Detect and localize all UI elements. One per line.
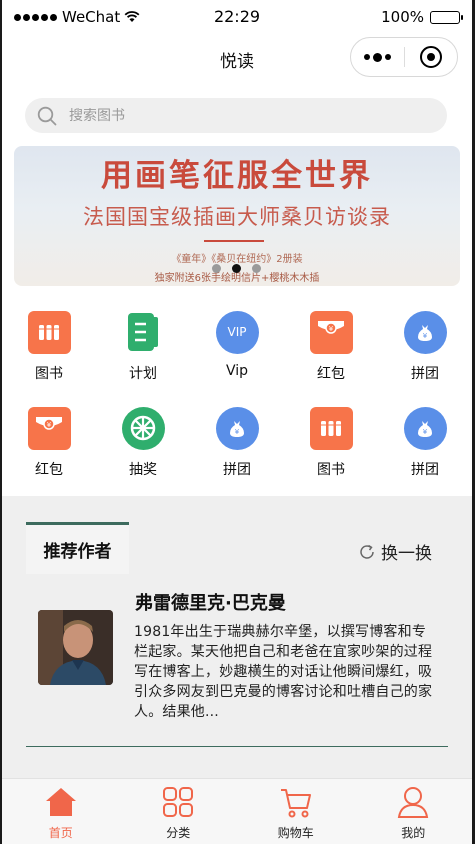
battery-percent: 100% bbox=[381, 8, 424, 26]
more-menu-button[interactable] bbox=[351, 52, 404, 62]
tab-cart[interactable]: 购物车 bbox=[237, 779, 355, 844]
refresh-button[interactable]: 换一换 bbox=[358, 539, 432, 564]
grid-item-vip[interactable]: VIP Vip bbox=[190, 310, 284, 406]
banner-dot[interactable] bbox=[212, 264, 221, 273]
tab-label: 购物车 bbox=[277, 826, 314, 840]
svg-text:¥: ¥ bbox=[235, 428, 240, 436]
banner-books: 《童年》《桑贝在纽约》2册装 bbox=[171, 254, 303, 265]
search-icon bbox=[37, 106, 57, 125]
category-icon bbox=[163, 787, 194, 817]
banner-dot-active[interactable] bbox=[232, 264, 241, 273]
grid-item-red-packet[interactable]: ¥ 红包 bbox=[284, 310, 378, 406]
cart-icon bbox=[280, 789, 311, 818]
books-icon bbox=[27, 310, 71, 354]
grid-item-books[interactable]: 图书 bbox=[284, 406, 378, 502]
plan-icon bbox=[128, 313, 158, 351]
status-bar: WeChat 22:29 100% bbox=[2, 0, 472, 34]
books-icon bbox=[309, 406, 353, 450]
svg-text:¥: ¥ bbox=[423, 428, 428, 436]
grid-item-label: 拼团 bbox=[223, 462, 251, 478]
feature-grid: 图书 计划 VIP Vip ¥ 红包 ¥ 拼团 ¥ 红包 抽奖 ¥ 拼团 图书 … bbox=[2, 310, 472, 502]
svg-text:¥: ¥ bbox=[423, 332, 428, 340]
grid-item-label: 图书 bbox=[317, 462, 345, 478]
svg-text:¥: ¥ bbox=[47, 421, 52, 429]
author-name[interactable]: 弗雷德里克·巴克曼 bbox=[135, 589, 286, 615]
tab-label: 分类 bbox=[166, 826, 191, 840]
miniprogram-capsule bbox=[350, 37, 458, 77]
banner-headline: 用画笔征服全世界 bbox=[101, 158, 373, 194]
search-input[interactable] bbox=[69, 107, 399, 124]
section-divider bbox=[26, 746, 448, 747]
svg-text:¥: ¥ bbox=[329, 325, 334, 333]
grid-item-group-buy[interactable]: ¥ 拼团 bbox=[378, 310, 472, 406]
recommend-authors-section: 推荐作者 换一换 弗雷德里克·巴克曼 1981年出生于瑞典赫尔辛堡，以撰写博客和… bbox=[2, 496, 472, 778]
tab-home[interactable]: 首页 bbox=[2, 779, 120, 844]
target-icon bbox=[419, 46, 442, 68]
banner-dot[interactable] bbox=[252, 264, 261, 273]
bottom-tab-bar: 首页 分类 购物车 我的 bbox=[2, 778, 472, 844]
group-buy-icon: ¥ bbox=[403, 406, 447, 450]
author-avatar[interactable] bbox=[38, 610, 113, 685]
battery-icon bbox=[430, 10, 463, 24]
feature-row: ¥ 红包 抽奖 ¥ 拼团 图书 ¥ 拼团 bbox=[2, 406, 472, 502]
grid-item-group-buy[interactable]: ¥ 拼团 bbox=[378, 406, 472, 502]
tab-label: 首页 bbox=[48, 826, 73, 840]
tab-recommend-authors[interactable]: 推荐作者 bbox=[26, 522, 129, 574]
grid-item-lottery[interactable]: 抽奖 bbox=[96, 406, 190, 502]
grid-item-group-buy[interactable]: ¥ 拼团 bbox=[190, 406, 284, 502]
lottery-icon bbox=[121, 406, 165, 450]
search-bar[interactable] bbox=[25, 98, 447, 133]
grid-item-label: 图书 bbox=[35, 366, 63, 382]
grid-item-label: 抽奖 bbox=[129, 462, 157, 478]
group-buy-icon: ¥ bbox=[215, 406, 259, 450]
red-packet-icon: ¥ bbox=[27, 406, 71, 450]
author-description: 1981年出生于瑞典赫尔辛堡，以撰写博客和专栏起家。某天他把自己和老爸在宜家吵架… bbox=[134, 624, 433, 720]
refresh-label: 换一换 bbox=[381, 544, 432, 564]
grid-item-label: 拼团 bbox=[411, 462, 439, 478]
grid-item-red-packet[interactable]: ¥ 红包 bbox=[2, 406, 96, 502]
profile-icon bbox=[398, 787, 429, 818]
navigation-bar: 悦读 bbox=[2, 34, 472, 82]
banner-rule bbox=[204, 240, 264, 242]
status-battery: 100% bbox=[381, 8, 463, 26]
banner-indicator bbox=[212, 264, 261, 273]
red-packet-icon: ¥ bbox=[309, 310, 353, 354]
tab-label: 我的 bbox=[401, 826, 426, 840]
home-icon bbox=[45, 788, 76, 816]
refresh-icon bbox=[360, 544, 374, 559]
grid-item-label: 拼团 bbox=[411, 366, 439, 382]
grid-item-label: 红包 bbox=[35, 462, 63, 478]
vip-glyph: VIP bbox=[227, 325, 247, 339]
grid-item-books[interactable]: 图书 bbox=[2, 310, 96, 406]
phone-screen: WeChat 22:29 100% 悦读 用画笔征服全世界 bbox=[2, 0, 472, 844]
feature-row: 图书 计划 VIP Vip ¥ 红包 ¥ 拼团 bbox=[2, 310, 472, 406]
close-miniprogram-button[interactable] bbox=[405, 46, 457, 68]
vip-icon: VIP bbox=[215, 310, 259, 354]
tab-category[interactable]: 分类 bbox=[120, 779, 238, 844]
grid-item-plan[interactable]: 计划 bbox=[96, 310, 190, 406]
tab-profile[interactable]: 我的 bbox=[355, 779, 473, 844]
banner-subheadline: 法国国宝级插画大师桑贝访谈录 bbox=[83, 205, 391, 229]
grid-item-label: Vip bbox=[225, 363, 249, 379]
grid-item-label: 计划 bbox=[129, 366, 157, 382]
group-buy-icon: ¥ bbox=[403, 310, 447, 354]
grid-item-label: 红包 bbox=[317, 366, 345, 382]
